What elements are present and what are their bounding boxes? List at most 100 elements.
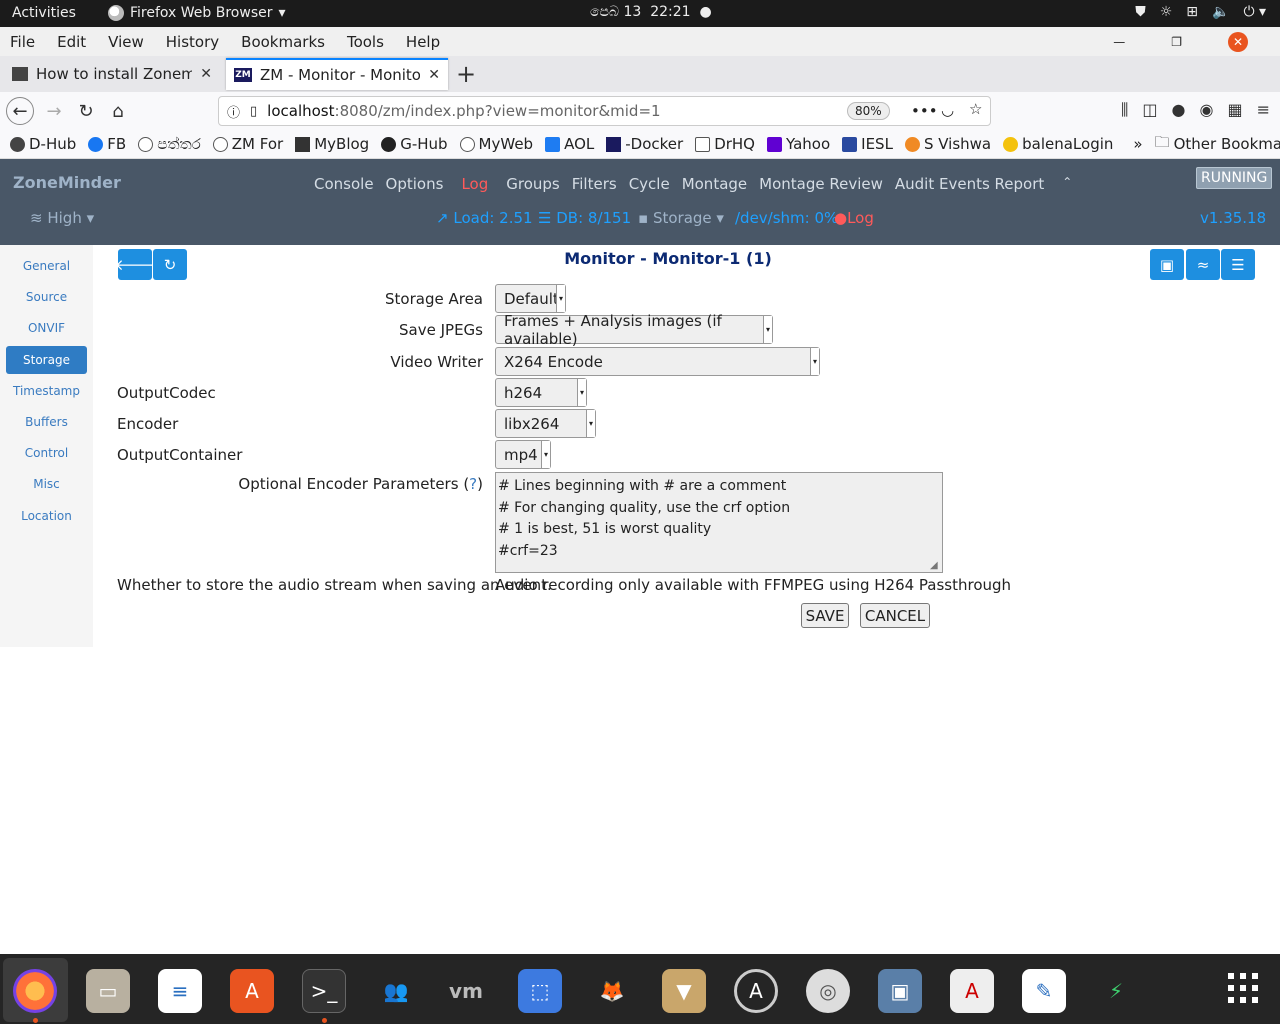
shield-icon[interactable]: ⛊: [1135, 4, 1146, 20]
system-tray[interactable]: ⛊ ☼ ⊞ 🔈 ⏻ ▾: [1135, 4, 1266, 20]
bookmark-star-icon[interactable]: ☆: [969, 100, 982, 118]
clock[interactable]: පෙබ 13 22:21 ●: [590, 4, 712, 20]
nav-audit-events-report[interactable]: Audit Events Report: [895, 175, 1044, 193]
bookmark-item[interactable]: balenaLogin: [1003, 135, 1113, 153]
terminal-dock-icon[interactable]: >_: [302, 969, 346, 1013]
network-icon[interactable]: ⊞: [1186, 4, 1198, 20]
close-tab-icon[interactable]: ✕: [428, 67, 440, 83]
bookmark-item[interactable]: MyWeb: [459, 135, 533, 153]
bookmark-item[interactable]: ZM For: [212, 135, 283, 153]
sidebar-item-location[interactable]: Location: [6, 502, 87, 530]
extensions-icon[interactable]: ▦: [1227, 100, 1242, 120]
sidebar-item-onvif[interactable]: ONVIF: [6, 314, 87, 342]
restore-icon[interactable]: ❐: [1171, 35, 1182, 49]
app-menu[interactable]: Firefox Web Browser ▾: [108, 5, 286, 21]
menu-help[interactable]: Help: [406, 33, 440, 51]
nav-console[interactable]: Console: [314, 175, 374, 193]
more-actions-icon[interactable]: •••: [911, 102, 938, 120]
menu-edit[interactable]: Edit: [57, 33, 86, 51]
show-apps-icon[interactable]: [1228, 973, 1258, 1003]
close-tab-icon[interactable]: ✕: [200, 66, 212, 82]
nav-options[interactable]: Options: [386, 175, 444, 193]
files-dock-icon[interactable]: ▭: [86, 969, 130, 1013]
other-bookmarks[interactable]: 🗀Other Bookmarks: [1155, 132, 1280, 157]
bookmark-item[interactable]: AOL: [545, 135, 594, 153]
disks-dock-icon[interactable]: ◎: [806, 969, 850, 1013]
forward-arrow-icon[interactable]: →: [40, 97, 68, 125]
software-dock-icon[interactable]: A: [230, 969, 274, 1013]
resize-handle-icon[interactable]: ◢: [930, 560, 938, 571]
nav-groups[interactable]: Groups: [506, 175, 559, 193]
reload-icon[interactable]: ↻: [72, 97, 100, 125]
text-editor-dock-icon[interactable]: ✎: [1022, 969, 1066, 1013]
save-button[interactable]: SAVE: [801, 603, 849, 628]
zoom-level[interactable]: 80%: [847, 102, 890, 120]
home-icon[interactable]: ⌂: [104, 97, 132, 125]
library-icon[interactable]: ⫼: [1121, 100, 1128, 120]
sidebar-item-misc[interactable]: Misc: [6, 470, 87, 498]
menu-bookmarks[interactable]: Bookmarks: [241, 33, 325, 51]
screenshot-dock-icon[interactable]: ⬚: [518, 969, 562, 1013]
video-writer-select[interactable]: X264 Encode ▾: [495, 347, 820, 376]
account-avatar[interactable]: ●: [1172, 100, 1186, 120]
gimp-dock-icon[interactable]: 🦊: [590, 969, 634, 1013]
hamburger-menu-icon[interactable]: ≡: [1257, 100, 1270, 120]
cancel-button[interactable]: CANCEL: [860, 603, 930, 628]
sidebar-item-control[interactable]: Control: [6, 439, 87, 467]
back-arrow-icon[interactable]: ←: [6, 97, 34, 125]
menu-tools[interactable]: Tools: [347, 33, 384, 51]
brightness-icon[interactable]: ☼: [1160, 4, 1173, 20]
more-bookmarks-icon[interactable]: »: [1133, 135, 1142, 153]
encoder-params-help-link[interactable]: ?: [469, 475, 477, 493]
bookmark-item[interactable]: G-Hub: [381, 135, 448, 153]
bookmark-item[interactable]: D-Hub: [10, 135, 76, 153]
nav-montage[interactable]: Montage: [682, 175, 747, 193]
writer-dock-icon[interactable]: ≡: [158, 969, 202, 1013]
sidebar-item-timestamp[interactable]: Timestamp: [6, 377, 87, 405]
users-dock-icon[interactable]: 👥: [374, 969, 418, 1013]
menu-view[interactable]: View: [108, 33, 144, 51]
app-store-dock-icon[interactable]: A: [734, 969, 778, 1013]
bandwidth-dropdown[interactable]: ≋ High ▾: [30, 209, 94, 227]
site-info-icon[interactable]: ⓘ: [227, 102, 240, 121]
storage-area-select[interactable]: Default ▾: [495, 284, 566, 313]
sidebar-icon[interactable]: ◫: [1142, 100, 1157, 120]
bookmark-item[interactable]: Yahoo: [767, 135, 830, 153]
encoder-select[interactable]: libx264 ▾: [495, 409, 596, 438]
firefox-dock-icon[interactable]: [13, 969, 57, 1013]
new-tab-icon[interactable]: +: [456, 60, 476, 88]
bookmark-item[interactable]: IESL: [842, 135, 893, 153]
power-tool-dock-icon[interactable]: ⚡: [1094, 969, 1138, 1013]
nav-filters[interactable]: Filters: [572, 175, 617, 193]
tab-zm-monitor[interactable]: ZM ZM - Monitor - Monitor-1 ✕: [226, 58, 448, 90]
encoder-params-textarea[interactable]: # Lines beginning with # are a comment #…: [495, 472, 943, 573]
close-window-icon[interactable]: ✕: [1228, 32, 1248, 52]
output-codec-select[interactable]: h264 ▾: [495, 378, 587, 407]
log-alert[interactable]: ●Log: [834, 209, 874, 227]
bookmark-item[interactable]: MyBlog: [295, 135, 369, 153]
nav-log[interactable]: Log: [455, 175, 494, 193]
nav-montage-review[interactable]: Montage Review: [759, 175, 883, 193]
version[interactable]: v1.35.18: [1200, 209, 1266, 227]
bookmark-item[interactable]: FB: [88, 135, 126, 153]
vmware-dock-icon[interactable]: vm: [444, 969, 488, 1013]
menu-file[interactable]: File: [10, 33, 35, 51]
running-status-button[interactable]: RUNNING: [1196, 167, 1273, 189]
sidebar-item-buffers[interactable]: Buffers: [6, 408, 87, 436]
collapse-caret-icon[interactable]: ⌃: [1062, 175, 1072, 193]
save-jpegs-select[interactable]: Frames + Analysis images (if available) …: [495, 312, 773, 348]
menu-history[interactable]: History: [166, 33, 219, 51]
sidebar-item-storage[interactable]: Storage: [6, 346, 87, 374]
bookmark-item[interactable]: S Vishwa: [904, 135, 991, 153]
output-container-select[interactable]: mp4 ▾: [495, 440, 551, 469]
minimize-icon[interactable]: —: [1113, 35, 1125, 49]
sidebar-item-source[interactable]: Source: [6, 283, 87, 311]
video-editor-dock-icon[interactable]: ▣: [878, 969, 922, 1013]
storage-dropdown[interactable]: ▪ Storage ▾: [638, 209, 724, 227]
tab-zoneminder-install[interactable]: How to install Zoneminder ✕: [4, 58, 220, 90]
bookmark-item[interactable]: DrHQ: [695, 135, 755, 153]
nav-cycle[interactable]: Cycle: [629, 175, 670, 193]
archive-dock-icon[interactable]: ▼: [662, 969, 706, 1013]
bookmark-item[interactable]: -Docker: [606, 135, 683, 153]
pocket-icon[interactable]: ◡: [941, 101, 954, 119]
